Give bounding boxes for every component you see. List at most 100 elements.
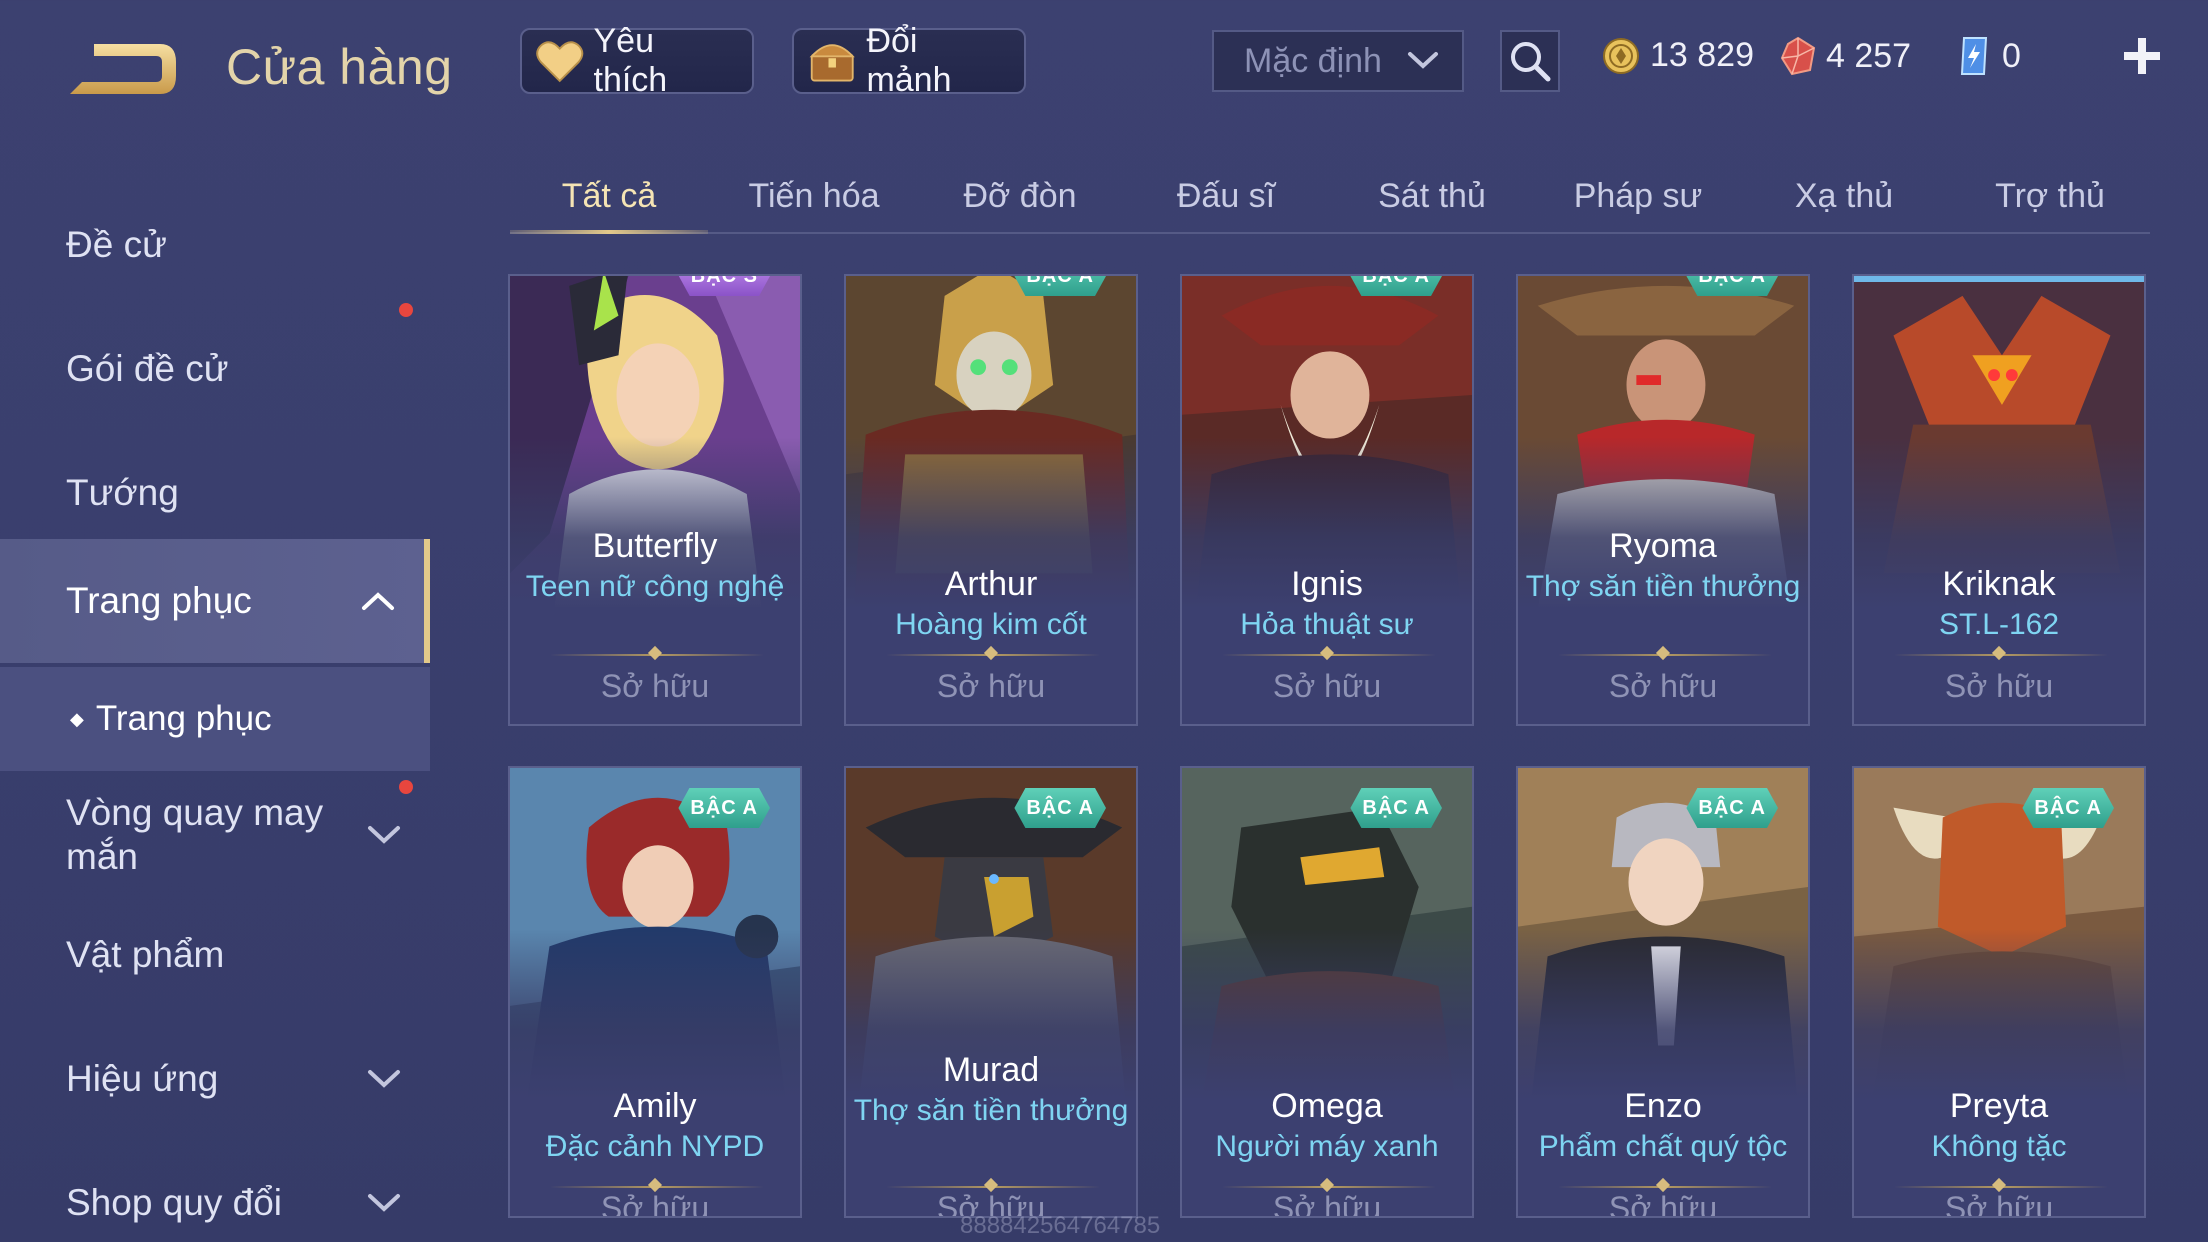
heart-icon xyxy=(536,41,584,83)
tab-support[interactable]: Trợ thủ xyxy=(1950,160,2150,232)
chevron-down-icon xyxy=(1408,52,1438,69)
back-button[interactable] xyxy=(64,32,184,104)
skin-info: Amily Đặc cảnh NYPD xyxy=(510,1086,800,1166)
skin-card-murad[interactable]: BẬC A Murad Thợ săn tiền thưởng Sở hữu xyxy=(844,766,1138,1218)
favorite-label: Yêu thích xyxy=(593,22,668,99)
skin-info: Ryoma Thợ săn tiền thưởng xyxy=(1518,526,1808,606)
treasure-chest-icon xyxy=(809,44,855,82)
plus-icon xyxy=(2124,38,2160,74)
skin-card-kriknak[interactable]: Kriknak ST.L-162 Sở hữu xyxy=(1852,274,2146,726)
hero-name: Preyta xyxy=(1949,1087,2049,1125)
ruby-balance: 4 257 xyxy=(1780,36,1911,76)
skin-name: Teen nữ công nghệ xyxy=(525,570,785,603)
owned-status: Sở hữu xyxy=(1608,1190,1718,1218)
tab-tank[interactable]: Đỡ đòn xyxy=(920,160,1120,232)
tab-all[interactable]: Tất cả xyxy=(510,160,708,234)
card-divider xyxy=(1222,1186,1436,1188)
skin-info: Omega Người máy xanh xyxy=(1182,1086,1472,1166)
card-divider xyxy=(886,1186,1100,1188)
voucher-amount: 0 xyxy=(2002,36,2021,75)
sidebar-subitem-skins[interactable]: ◆ Trang phục xyxy=(0,667,430,771)
tab-evolution[interactable]: Tiến hóa xyxy=(714,160,914,232)
notification-dot xyxy=(399,303,413,317)
sort-dropdown[interactable]: Mặc định xyxy=(1212,30,1464,92)
skin-card-ignis[interactable]: BẬC A Ignis Hỏa thuật sư Sở hữu xyxy=(1180,274,1474,726)
favorite-button[interactable]: Yêu thích xyxy=(520,22,754,99)
tab-assassin[interactable]: Sát thủ xyxy=(1332,160,1532,232)
tier-badge: BẬC A xyxy=(1014,788,1106,828)
sidebar-item-label: Vật phẩm xyxy=(66,934,225,975)
sidebar-item-label: Đề cử xyxy=(66,224,167,265)
tab-mage[interactable]: Pháp sư xyxy=(1538,160,1738,232)
owned-status: Sở hữu xyxy=(600,1190,710,1218)
sidebar-item-featured[interactable]: Đề cử xyxy=(0,205,430,285)
bullet-diamond-icon: ◆ xyxy=(70,708,84,729)
hero-name: Murad xyxy=(942,1051,1040,1089)
skin-card-preyta[interactable]: BẬC A Preyta Không tặc Sở hữu xyxy=(1852,766,2146,1218)
sort-selected-value: Mặc định xyxy=(1244,41,1382,80)
owned-status: Sở hữu xyxy=(1272,668,1382,704)
sidebar-item-featured-packs[interactable]: Gói đề cử xyxy=(0,329,430,409)
sidebar-item-exchange-shop[interactable]: Shop quy đổi xyxy=(0,1163,430,1242)
page-title: Cửa hàng xyxy=(226,39,453,95)
sidebar-item-lucky-wheel[interactable]: Vòng quay may mắn xyxy=(0,785,430,885)
hero-name: Omega xyxy=(1271,1087,1383,1125)
chevron-down-icon xyxy=(368,1070,400,1088)
card-divider xyxy=(1558,654,1772,656)
hero-name: Ryoma xyxy=(1609,527,1717,565)
skin-name: ST.L-162 xyxy=(1938,608,2060,641)
tab-fighter[interactable]: Đấu sĩ xyxy=(1126,160,1326,232)
tier-badge: BẬC A xyxy=(1350,788,1442,828)
owned-status: Sở hữu xyxy=(600,668,710,704)
skin-card-omega[interactable]: BẬC A Omega Người máy xanh Sở hữu xyxy=(1180,766,1474,1218)
card-divider xyxy=(1222,654,1436,656)
hero-name: Kriknak xyxy=(1942,565,2056,603)
skin-name: Phẩm chất quý tộc xyxy=(1538,1130,1788,1163)
sidebar-item-effects[interactable]: Hiệu ứng xyxy=(0,1039,430,1119)
hero-name: Butterfly xyxy=(592,527,718,565)
skin-name: Thợ săn tiền thưởng xyxy=(853,1094,1129,1127)
tab-marksman[interactable]: Xạ thủ xyxy=(1744,160,1944,232)
sidebar-item-label: Trang phục xyxy=(66,580,252,621)
owned-status: Sở hữu xyxy=(1944,668,2054,704)
top-bar: Cửa hàng Yêu thích Đổi mảnh Mặc định 13 … xyxy=(0,0,2208,130)
card-shade xyxy=(1182,929,1472,1216)
skin-card-arthur[interactable]: BẬC A Arthur Hoàng kim cốt Sở hữu xyxy=(844,274,1138,726)
sidebar-subitem-label: Trang phục xyxy=(95,699,272,738)
card-divider xyxy=(1894,654,2108,656)
skin-grid: BẬC S Butterfly Teen nữ công nghệ Sở hữu… xyxy=(508,274,2148,1242)
skin-card-butterfly[interactable]: BẬC S Butterfly Teen nữ công nghệ Sở hữu xyxy=(508,274,802,726)
top-up-button[interactable] xyxy=(2118,32,2166,80)
tier-badge: BẬC A xyxy=(1686,788,1778,828)
card-divider xyxy=(550,654,764,656)
sidebar-item-items[interactable]: Vật phẩm xyxy=(0,915,430,995)
gold-coin-icon xyxy=(1603,37,1639,74)
hero-name: Ignis xyxy=(1291,565,1363,603)
notification-dot xyxy=(399,780,413,794)
gold-balance: 13 829 xyxy=(1602,36,1754,75)
skin-info: Enzo Phẩm chất quý tộc xyxy=(1518,1086,1808,1166)
sidebar: Đề cử Gói đề cử Tướng Trang phục ◆ Trang… xyxy=(0,165,432,1242)
tier-badge: BẬC A xyxy=(2022,788,2114,828)
card-divider xyxy=(1894,1186,2108,1188)
tier-badge: BẬC A xyxy=(1350,276,1442,296)
skin-name: Hỏa thuật sư xyxy=(1240,608,1414,641)
back-arrow-icon xyxy=(70,44,176,94)
sidebar-item-label: Hiệu ứng xyxy=(66,1058,219,1099)
skin-card-ryoma[interactable]: BẬC A Ryoma Thợ săn tiền thưởng Sở hữu xyxy=(1516,274,1810,726)
card-shade xyxy=(510,929,800,1216)
exchange-fragments-button[interactable]: Đổi mảnh xyxy=(792,22,1026,99)
skin-name: Đặc cảnh NYPD xyxy=(545,1130,765,1163)
search-button[interactable] xyxy=(1500,30,1560,92)
skin-name: Thợ săn tiền thưởng xyxy=(1525,570,1801,603)
sidebar-item-heroes[interactable]: Tướng xyxy=(0,453,430,533)
sidebar-item-skins[interactable]: Trang phục xyxy=(0,539,430,663)
skin-card-amily[interactable]: BẬC A Amily Đặc cảnh NYPD Sở hữu xyxy=(508,766,802,1218)
sidebar-item-label: Shop quy đổi xyxy=(66,1182,283,1223)
card-shade xyxy=(1518,929,1808,1216)
chevron-down-icon xyxy=(368,826,400,844)
tier-badge: BẬC A xyxy=(678,788,770,828)
skin-card-enzo[interactable]: BẬC A Enzo Phẩm chất quý tộc Sở hữu xyxy=(1516,766,1810,1218)
skin-info: Arthur Hoàng kim cốt xyxy=(846,564,1136,644)
skin-info: Ignis Hỏa thuật sư xyxy=(1182,564,1472,644)
